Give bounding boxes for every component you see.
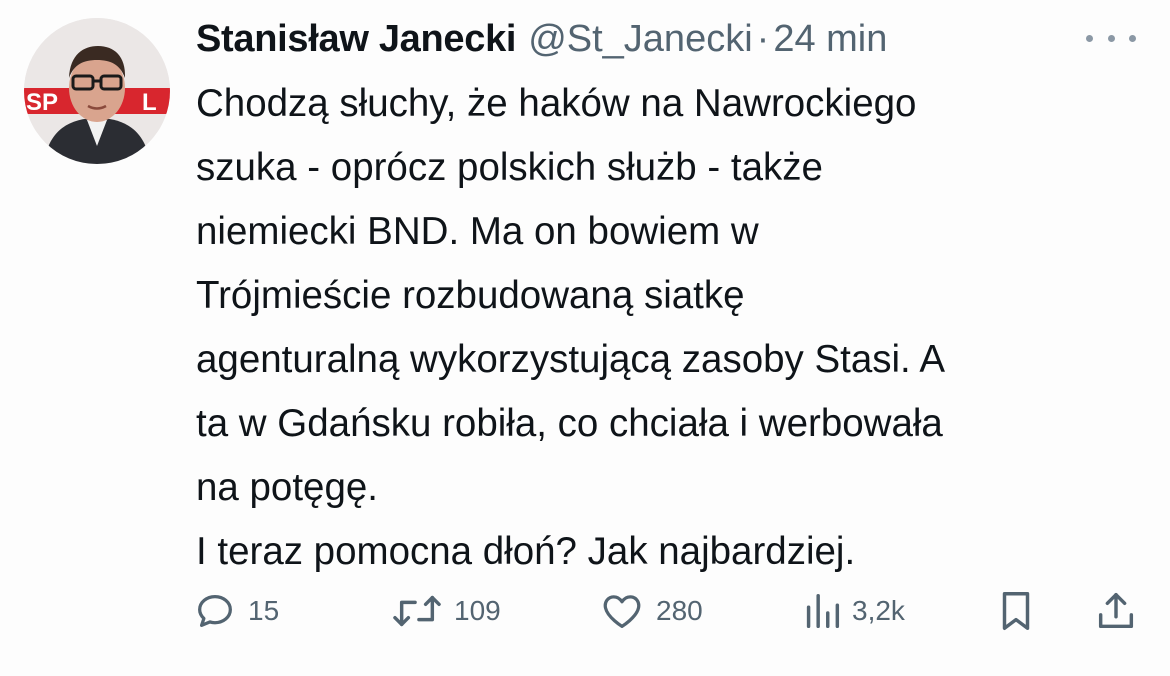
like-count: 280 (656, 595, 703, 626)
reply-count: 15 (248, 595, 280, 626)
heart-icon (603, 595, 641, 628)
tweet-text-line: niemiecki BND. Ma on bowiem w (196, 210, 759, 253)
retweet-button[interactable]: 109 (390, 583, 501, 639)
avatar-image: SP L (24, 18, 170, 164)
tweet-card: SP L Stanisław Janecki @St_Janecki · 24 … (0, 0, 1170, 676)
tweet-text-line: I teraz pomocna dłoń? Jak najbardziej. (196, 530, 856, 573)
bookmark-button[interactable] (996, 583, 1036, 639)
header-separator: · (756, 17, 770, 60)
tweet-text: Chodzą słuchy, że haków na Nawrockiego s… (196, 72, 1146, 584)
avatar[interactable]: SP L (24, 18, 170, 164)
tweet-text-line: agenturalną wykorzystującą zasoby Stasi.… (196, 338, 946, 381)
svg-text:L: L (142, 89, 157, 116)
author-name[interactable]: Stanisław Janecki (196, 18, 516, 61)
views-count: 3,2k (852, 595, 905, 626)
bookmark-icon (1002, 592, 1030, 630)
share-button[interactable] (1094, 583, 1138, 639)
retweet-count: 109 (454, 595, 501, 626)
tweet-text-line: na potęgę. (196, 466, 378, 509)
avatar-logo-text: SP (26, 89, 58, 116)
tweet-timestamp[interactable]: 24 min (773, 18, 887, 61)
tweet-text-line: szuka - oprócz polskich służb - także (196, 146, 823, 189)
tweet-header: Stanisław Janecki @St_Janecki · 24 min (196, 14, 887, 64)
tweet-text-line: Chodzą słuchy, że haków na Nawrockiego (196, 82, 917, 125)
views-button[interactable]: 3,2k (802, 583, 905, 639)
views-icon (806, 593, 840, 629)
tweet-text-line: Trójmieście rozbudowaną siatkę (196, 274, 745, 317)
tweet-text-line: ta w Gdańsku robiła, co chciała i werbow… (196, 402, 943, 445)
reply-icon (198, 594, 232, 628)
author-handle[interactable]: @St_Janecki (528, 18, 752, 61)
reply-button[interactable]: 15 (192, 583, 279, 639)
share-icon (1098, 592, 1134, 629)
more-options-icon[interactable] (1086, 28, 1136, 48)
tweet-actions: 15 109 280 3,2k (188, 583, 1148, 639)
retweet-icon (393, 595, 441, 627)
like-button[interactable]: 280 (598, 583, 703, 639)
